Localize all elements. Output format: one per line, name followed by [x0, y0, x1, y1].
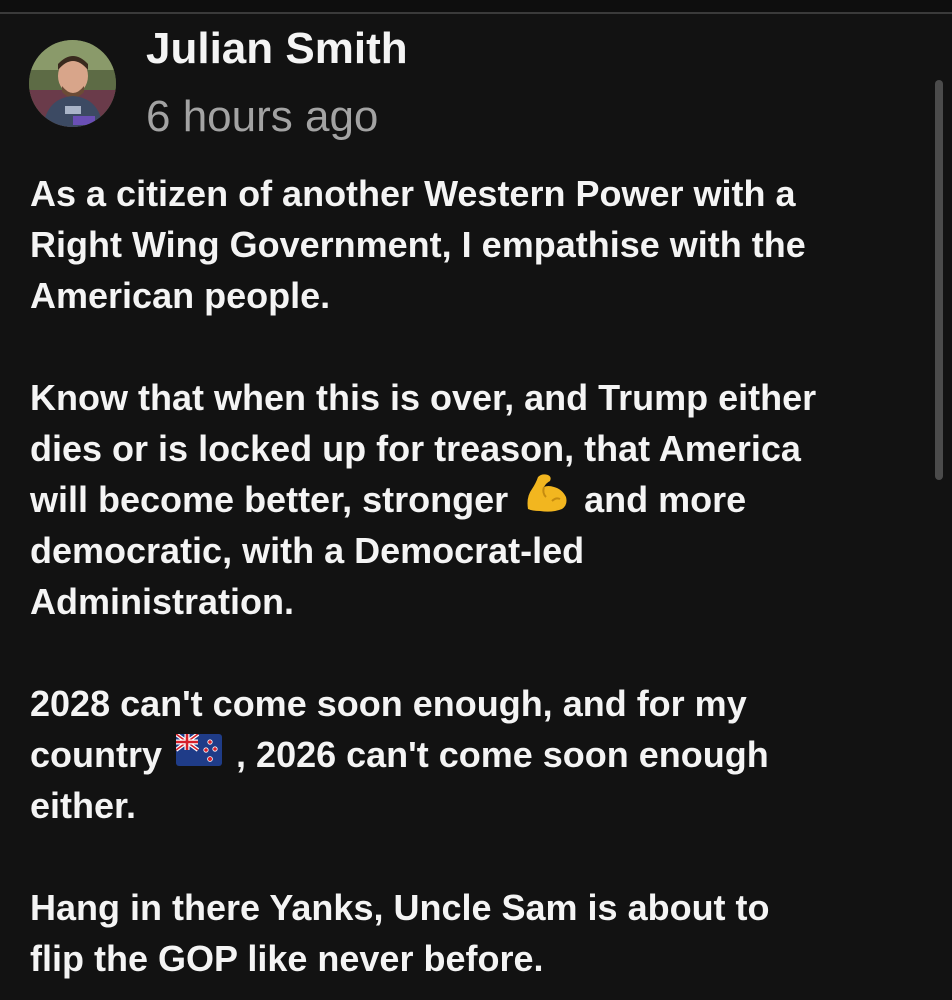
post-body: As a citizen of another Western Power wi… — [30, 168, 930, 984]
paragraph: Know that when this is over, and Trump e… — [30, 372, 930, 627]
text-line-with-emoji: will become better, stronger and more — [30, 474, 930, 525]
text-line-with-emoji: country , 2026 can't come soon enough — [30, 729, 930, 780]
avatar[interactable] — [29, 40, 116, 127]
text-line: flip the GOP like never before. — [30, 938, 544, 979]
author-name[interactable]: Julian Smith — [146, 22, 408, 76]
text-line: American people. — [30, 275, 331, 316]
paragraph: Hang in there Yanks, Uncle Sam is about … — [30, 882, 930, 984]
new-zealand-flag-icon — [174, 728, 223, 779]
text-segment: country — [30, 734, 163, 775]
text-line: Know that when this is over, and Trump e… — [30, 377, 817, 418]
top-divider — [0, 0, 952, 14]
text-line: 2028 can't come soon enough, and for my — [30, 683, 747, 724]
paragraph: 2028 can't come soon enough, and for my … — [30, 678, 930, 831]
text-segment: , 2026 can't come soon enough — [236, 734, 769, 775]
text-segment: and more — [584, 479, 747, 520]
text-line: As a citizen of another Western Power wi… — [30, 173, 796, 214]
text-line: Hang in there Yanks, Uncle Sam is about … — [30, 887, 770, 928]
flexed-biceps-icon — [522, 471, 570, 526]
scrollbar[interactable] — [935, 80, 943, 480]
timestamp: 6 hours ago — [146, 92, 379, 141]
text-line: democratic, with a Democrat-led — [30, 530, 585, 571]
text-line: dies or is locked up for treason, that A… — [30, 428, 801, 469]
text-segment: will become better, stronger — [30, 479, 509, 520]
text-line: Right Wing Government, I empathise with … — [30, 224, 806, 265]
avatar-photo — [29, 40, 116, 127]
text-line: either. — [30, 785, 137, 826]
paragraph: As a citizen of another Western Power wi… — [30, 168, 930, 321]
text-line: Administration. — [30, 581, 295, 622]
